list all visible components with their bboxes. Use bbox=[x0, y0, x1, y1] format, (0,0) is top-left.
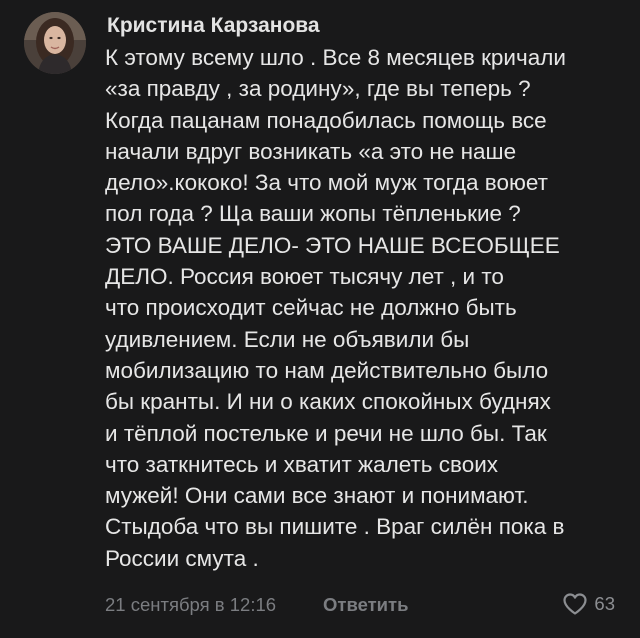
avatar-photo bbox=[24, 12, 86, 74]
comment-text-line: К этому всему шло . Все 8 месяцев кричал… bbox=[105, 45, 566, 70]
comment-text-line: бы кранты. И ни о каких спокойных буднях bbox=[105, 389, 551, 415]
comment-text-line: что происходит сейчас не должно быть bbox=[105, 295, 517, 321]
comment-text-line: Стыдоба что вы пишите . Враг силён пока … bbox=[105, 514, 565, 540]
comment-text-line: Когда пацанам понадобилась помощь все bbox=[105, 107, 547, 133]
comment-text-line: пол года ? Ща ваши жопы тёпленькие ? bbox=[105, 201, 521, 227]
comment-text-line: России смута . bbox=[105, 545, 259, 571]
like-button[interactable]: 63 bbox=[562, 592, 615, 616]
comment-text-line: и тёплой постельке и речи не шло бы. Так bbox=[105, 420, 547, 446]
comment-footer: 21 сентября в 12:16 Ответить 63 bbox=[105, 592, 615, 618]
avatar[interactable] bbox=[24, 12, 86, 74]
author-name[interactable]: Кристина Карзанова bbox=[107, 14, 320, 38]
timestamp[interactable]: 21 сентября в 12:16 bbox=[105, 594, 276, 616]
comment-text-line: мужей! Они сами все знают и понимают. bbox=[105, 483, 529, 509]
comment-text-line: что заткнитесь и хватит жалеть своих bbox=[105, 451, 499, 477]
comment-text-line: начали вдруг возникать «а это не наше bbox=[105, 138, 517, 164]
comment-text-line: ДЕЛО. Россия воюет тысячу лет , и то bbox=[105, 264, 504, 290]
heart-outline-icon bbox=[563, 593, 588, 615]
like-count: 63 bbox=[594, 593, 615, 614]
comment: Кристина Карзанова К этому всему шло . В… bbox=[0, 0, 640, 638]
comment-text-line: «за правду , за родину», где вы теперь ? bbox=[105, 76, 531, 102]
comment-text-line: ЭТО ВАШЕ ДЕЛО- ЭТО НАШЕ ВСЕОБЩЕЕ bbox=[105, 232, 560, 258]
comment-text-line: дело».кококо! За что мой муж тогда воюет bbox=[105, 170, 548, 196]
reply-button[interactable]: Ответить bbox=[323, 594, 409, 616]
comment-text-line: мобилизацию то нам действительно было bbox=[105, 357, 549, 383]
comment-text: К этому всему шло . Все 8 месяцев кричал… bbox=[105, 42, 625, 574]
comment-text-line: удивлением. Если не объявили бы bbox=[105, 326, 470, 352]
